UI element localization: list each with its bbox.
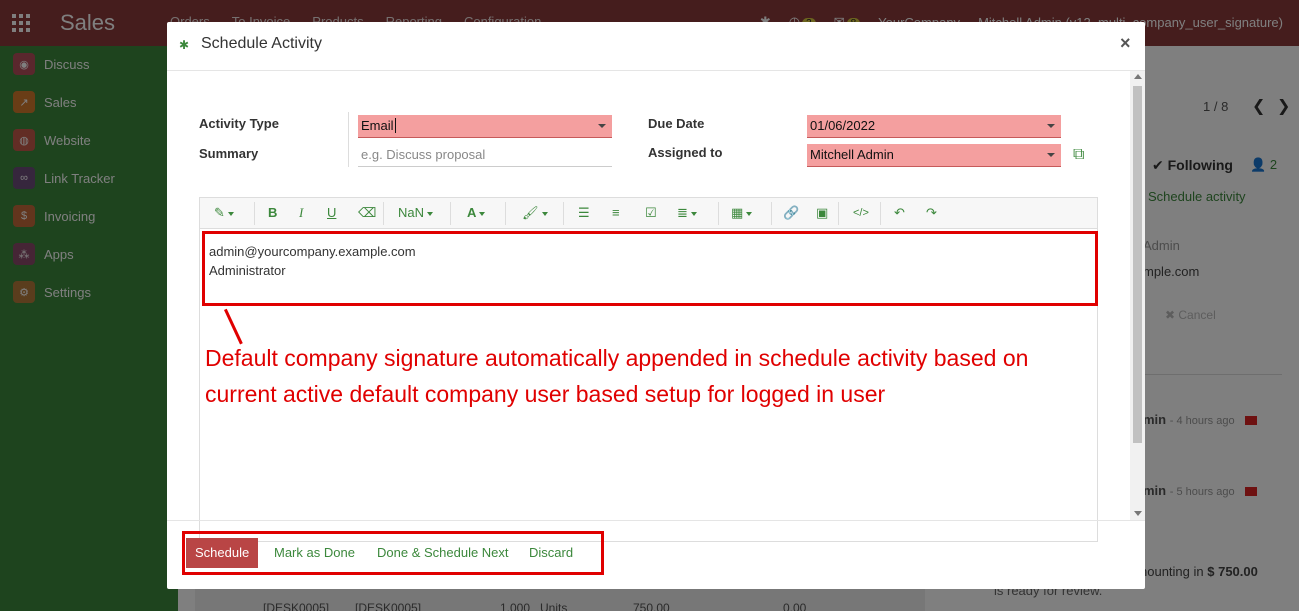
assigned-to-label: Assigned to xyxy=(648,145,723,160)
summary-label: Summary xyxy=(199,146,259,161)
chevron-down-icon xyxy=(1047,153,1055,157)
chevron-down-icon xyxy=(598,124,606,128)
chevron-down-icon xyxy=(1047,124,1055,128)
bold-icon[interactable]: B xyxy=(268,206,277,220)
italic-icon[interactable]: I xyxy=(299,206,303,220)
modal-scrollbar[interactable] xyxy=(1130,71,1145,520)
assigned-to-select[interactable]: Mitchell Admin xyxy=(807,144,1061,167)
close-icon[interactable]: × xyxy=(1120,33,1131,54)
summary-input[interactable]: e.g. Discuss proposal xyxy=(358,144,612,167)
scroll-down-icon[interactable] xyxy=(1134,511,1142,516)
redo-icon[interactable]: ↷ xyxy=(926,206,937,220)
label-divider xyxy=(348,112,349,167)
font-size-value: NaN xyxy=(398,205,425,220)
magic-wand-icon[interactable]: ✎ xyxy=(214,206,234,220)
activity-type-select[interactable]: Email xyxy=(358,115,612,138)
activity-type-label: Activity Type xyxy=(199,116,279,131)
font-color-icon[interactable]: A xyxy=(467,206,486,220)
brush-icon[interactable]: 🖌 xyxy=(522,206,548,220)
eraser-icon[interactable]: ⌫ xyxy=(358,206,376,220)
image-icon[interactable]: ▣ xyxy=(816,206,828,220)
external-link-icon[interactable]: ⧉ xyxy=(1073,146,1091,164)
modal-title: Schedule Activity xyxy=(201,35,322,52)
link-icon[interactable]: 🔗 xyxy=(783,206,799,220)
text-cursor xyxy=(394,118,396,133)
footer-highlight-box xyxy=(182,531,604,575)
due-date-value: 01/06/2022 xyxy=(810,118,876,133)
bullet-list-icon[interactable]: ☰ xyxy=(578,206,590,220)
modal-header: ✱ Schedule Activity × xyxy=(167,22,1145,71)
due-date-input[interactable]: 01/06/2022 xyxy=(807,115,1061,138)
signature-highlight-box xyxy=(202,231,1098,306)
undo-icon[interactable]: ↶ xyxy=(894,206,905,220)
assigned-to-value: Mitchell Admin xyxy=(810,147,894,162)
numbered-list-icon[interactable]: ≡ xyxy=(612,206,620,220)
code-view-icon[interactable]: </> xyxy=(853,206,869,220)
underline-icon[interactable]: U xyxy=(327,206,336,220)
bug-icon: ✱ xyxy=(179,38,190,52)
checklist-icon[interactable]: ☑ xyxy=(645,206,657,220)
font-size-dropdown[interactable]: NaN xyxy=(398,205,434,220)
annotation-text: Default company signature automatically … xyxy=(205,345,1029,407)
editor-toolbar: ✎ B I U ⌫ NaN A 🖌 ☰ ≡ ☑ ≣ ▦ 🔗 ▣ </> ↶ ↷ xyxy=(200,198,1097,229)
scroll-up-icon[interactable] xyxy=(1134,74,1142,79)
due-date-label: Due Date xyxy=(648,116,705,131)
activity-type-value: Email xyxy=(361,118,394,133)
scrollbar-thumb[interactable] xyxy=(1133,86,1142,443)
table-icon[interactable]: ▦ xyxy=(731,206,753,220)
align-icon[interactable]: ≣ xyxy=(677,206,697,220)
